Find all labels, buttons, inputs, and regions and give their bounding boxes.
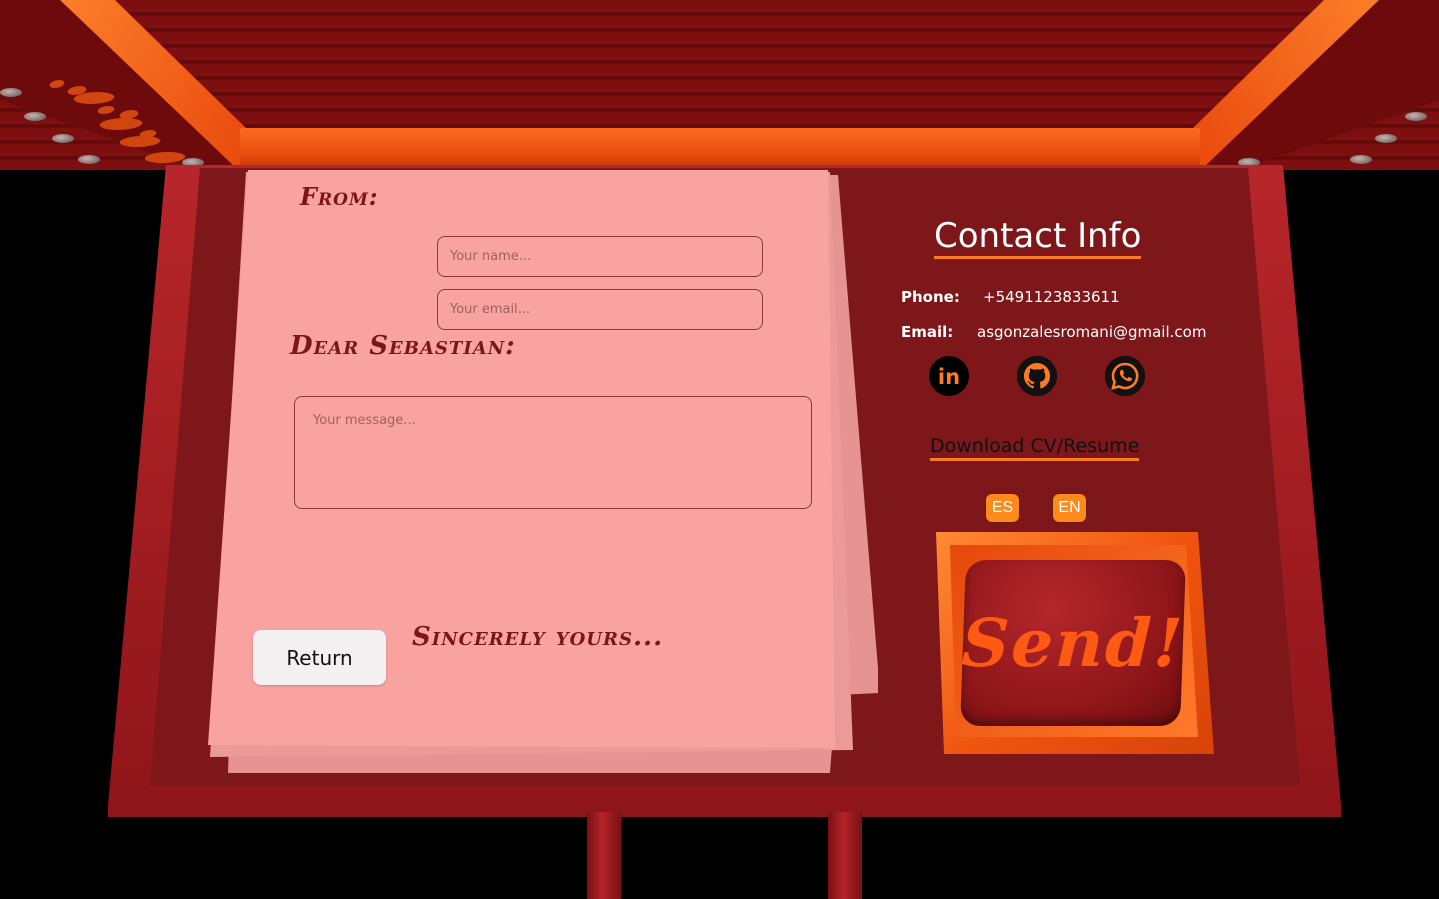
linkedin-link[interactable]: in	[929, 356, 969, 396]
phone-value: +5491123833611	[983, 288, 1120, 306]
email-value: asgonzalesromani@gmail.com	[977, 323, 1207, 341]
rivet	[1350, 155, 1372, 164]
whatsapp-icon	[1105, 356, 1145, 396]
github-icon	[1017, 356, 1057, 396]
mailbox-scene: From: Dear Sebastian: Sincerely yours...…	[0, 0, 1439, 899]
rivet	[52, 134, 74, 143]
phone-label: Phone:	[901, 288, 960, 306]
greeting-label: Dear Sebastian:	[290, 331, 516, 361]
roof-front-beam	[240, 128, 1200, 168]
rivet	[1405, 112, 1427, 121]
contact-title: Contact Info	[934, 216, 1142, 259]
lang-en-button[interactable]: EN	[1052, 493, 1087, 523]
rivet	[24, 112, 46, 121]
post-right	[828, 812, 862, 899]
download-cv-link[interactable]: Download CV/Resume	[930, 434, 1140, 461]
email-label: Email:	[901, 323, 954, 341]
rivet	[1375, 134, 1397, 143]
message-input[interactable]	[294, 396, 812, 509]
github-link[interactable]	[1017, 356, 1057, 396]
svg-text:in: in	[938, 365, 960, 388]
closing-label: Sincerely yours...	[412, 622, 664, 652]
linkedin-icon: in	[935, 364, 963, 388]
rivet	[0, 88, 22, 97]
send-button[interactable]: Send!	[960, 560, 1186, 726]
rivet	[78, 155, 100, 164]
lang-es-button[interactable]: ES	[985, 493, 1020, 523]
from-label: From:	[300, 182, 379, 211]
name-input[interactable]	[437, 236, 763, 277]
whatsapp-link[interactable]	[1105, 356, 1145, 396]
post-left	[587, 812, 621, 899]
email-input[interactable]	[437, 289, 763, 330]
return-button[interactable]: Return	[253, 630, 386, 685]
